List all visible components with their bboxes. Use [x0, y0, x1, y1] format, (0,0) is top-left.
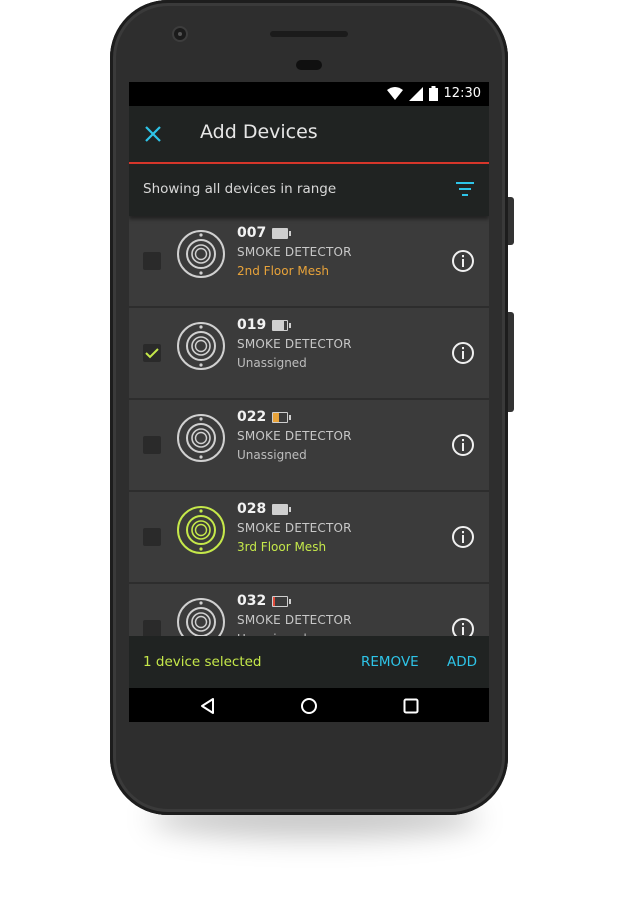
- device-type: SMOKE DETECTOR: [237, 429, 352, 443]
- device-id: 019: [237, 317, 267, 333]
- device-checkbox[interactable]: [143, 620, 161, 636]
- check-icon: [145, 348, 159, 359]
- device-row[interactable]: 007 SMOKE DETECTOR 2nd Floor Mesh: [129, 216, 489, 308]
- battery-icon: [272, 319, 292, 331]
- device-id: 032: [237, 593, 267, 609]
- info-icon[interactable]: [451, 525, 475, 549]
- device-type: SMOKE DETECTOR: [237, 613, 352, 627]
- battery-icon: [272, 411, 292, 423]
- device-group: Unassigned: [237, 356, 307, 370]
- smoke-detector-icon: [177, 506, 225, 554]
- device-info: 019 SMOKE DETECTOR Unassigned: [237, 317, 352, 370]
- proximity-sensor: [296, 60, 322, 70]
- device-id: 007: [237, 225, 267, 241]
- selection-bar: 1 device selected REMOVE ADD: [129, 636, 489, 688]
- filter-status-text: Showing all devices in range: [143, 181, 337, 197]
- screen: 12:30 Add Devices Showing all devices in…: [129, 82, 489, 722]
- info-icon[interactable]: [451, 617, 475, 636]
- smoke-detector-icon: [177, 414, 225, 462]
- device-checkbox[interactable]: [143, 528, 161, 546]
- home-icon[interactable]: [299, 696, 319, 716]
- front-camera: [174, 28, 186, 40]
- page-title: Add Devices: [200, 121, 318, 143]
- device-group: 3rd Floor Mesh: [237, 540, 327, 554]
- system-nav-bar: [129, 688, 489, 722]
- device-info: 007 SMOKE DETECTOR 2nd Floor Mesh: [237, 225, 352, 278]
- close-icon[interactable]: [141, 122, 165, 146]
- device-list: 007 SMOKE DETECTOR 2nd Floor Mesh 019 SM…: [129, 216, 489, 636]
- device-group: Unassigned: [237, 448, 307, 462]
- status-bar: 12:30: [129, 82, 489, 106]
- back-icon[interactable]: [198, 696, 218, 716]
- device-type: SMOKE DETECTOR: [237, 245, 352, 259]
- smoke-detector-icon: [177, 322, 225, 370]
- device-row[interactable]: 028 SMOKE DETECTOR 3rd Floor Mesh: [129, 492, 489, 584]
- device-checkbox[interactable]: [143, 252, 161, 270]
- selection-count: 1 device selected: [143, 654, 262, 670]
- earpiece-speaker: [270, 31, 348, 37]
- device-type: SMOKE DETECTOR: [237, 337, 352, 351]
- app-bar: Add Devices: [129, 106, 489, 164]
- info-icon[interactable]: [451, 341, 475, 365]
- device-row[interactable]: 019 SMOKE DETECTOR Unassigned: [129, 308, 489, 400]
- device-row[interactable]: 022 SMOKE DETECTOR Unassigned: [129, 400, 489, 492]
- volume-button: [508, 197, 514, 245]
- cell-signal-icon: [408, 86, 423, 101]
- device-info: 022 SMOKE DETECTOR Unassigned: [237, 409, 352, 462]
- add-button[interactable]: ADD: [447, 654, 477, 670]
- device-checkbox[interactable]: [143, 436, 161, 454]
- smoke-detector-icon: [177, 230, 225, 278]
- battery-icon: [272, 595, 292, 607]
- info-icon[interactable]: [451, 433, 475, 457]
- power-button: [508, 312, 514, 412]
- device-group: 2nd Floor Mesh: [237, 264, 329, 278]
- device-checkbox[interactable]: [143, 344, 161, 362]
- filter-icon[interactable]: [455, 180, 475, 198]
- battery-status-icon: [428, 86, 438, 101]
- battery-icon: [272, 503, 292, 515]
- wifi-icon: [386, 86, 403, 100]
- device-info: 032 SMOKE DETECTOR Unassigned: [237, 593, 352, 636]
- device-id: 028: [237, 501, 267, 517]
- status-time: 12:30: [443, 86, 481, 101]
- filter-bar: Showing all devices in range: [129, 164, 489, 216]
- recents-icon[interactable]: [401, 696, 421, 716]
- device-id: 022: [237, 409, 267, 425]
- device-info: 028 SMOKE DETECTOR 3rd Floor Mesh: [237, 501, 352, 554]
- info-icon[interactable]: [451, 249, 475, 273]
- device-row[interactable]: 032 SMOKE DETECTOR Unassigned: [129, 584, 489, 636]
- battery-icon: [272, 227, 292, 239]
- device-type: SMOKE DETECTOR: [237, 521, 352, 535]
- remove-button[interactable]: REMOVE: [361, 654, 419, 670]
- smoke-detector-icon: [177, 598, 225, 636]
